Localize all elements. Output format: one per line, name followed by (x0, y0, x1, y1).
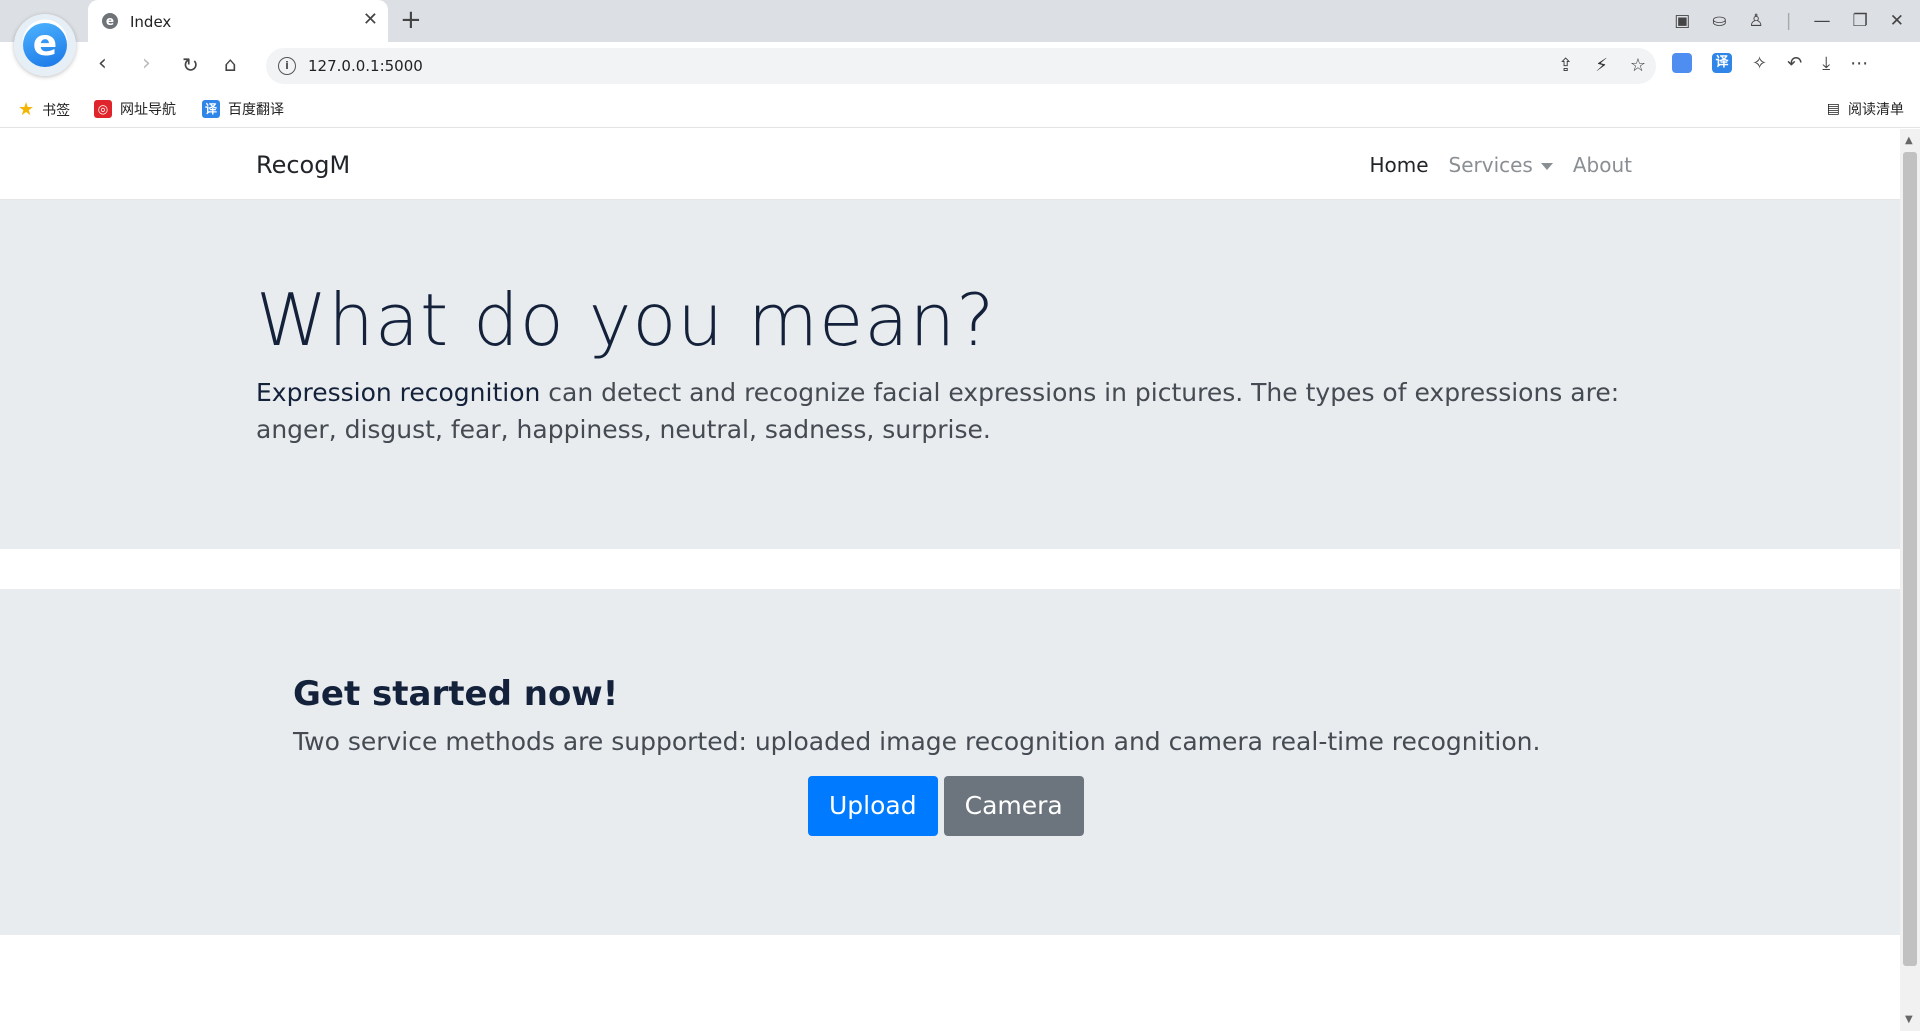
nav-services-dropdown[interactable]: Services (1449, 153, 1553, 177)
get-started-text: Two service methods are supported: uploa… (293, 727, 1541, 756)
nav-links: Home Services About (1369, 153, 1632, 177)
nav-about[interactable]: About (1573, 153, 1632, 177)
undo-icon[interactable]: ↶ (1787, 53, 1802, 74)
tab-close-icon[interactable]: ✕ (363, 9, 378, 30)
bookmarks-bar: ★ 书签 ◎ 网址导航 译 百度翻译 ▤ 阅读清单 (0, 90, 1920, 128)
tab-search-icon[interactable]: ▣ (1674, 11, 1690, 31)
close-window-icon[interactable]: ✕ (1890, 11, 1904, 31)
site-navbar: RecogM Home Services About (0, 129, 1900, 200)
extensions-area: 译 ✧ ↶ ⤓ ⋯ (1672, 53, 1868, 74)
bookmark-item[interactable]: ◎ 网址导航 (94, 99, 176, 119)
home-icon[interactable]: ⌂ (224, 52, 237, 76)
translate-icon: 译 (202, 100, 220, 118)
restore-icon[interactable]: ❐ (1853, 11, 1868, 31)
minimize-icon[interactable]: — (1814, 11, 1831, 31)
site-info-icon[interactable]: i (278, 57, 296, 75)
translate-extension-icon[interactable]: 译 (1712, 53, 1732, 73)
tab-title: Index (130, 13, 172, 31)
nav-home[interactable]: Home (1369, 153, 1428, 177)
forward-icon[interactable]: › (142, 51, 151, 76)
page-viewport: RecogM Home Services About What do you m… (0, 129, 1900, 1031)
extension-icon[interactable] (1672, 53, 1692, 73)
page-scrollbar[interactable]: ▲ ▼ (1900, 129, 1920, 1031)
share-icon[interactable]: ⇪ (1558, 55, 1573, 76)
puzzle-icon[interactable]: ✧ (1752, 53, 1767, 74)
browser-logo-icon[interactable]: e (14, 14, 76, 76)
address-bar[interactable]: i 127.0.0.1:5000 ⇪ ⚡ ☆ (266, 48, 1656, 84)
browser-tab[interactable]: e Index ✕ (88, 0, 388, 42)
lightning-icon[interactable]: ⚡ (1595, 55, 1608, 76)
favorite-star-icon[interactable]: ☆ (1630, 55, 1646, 76)
game-icon[interactable]: ⛀ (1712, 11, 1726, 31)
scroll-down-icon[interactable]: ▼ (1905, 1014, 1913, 1025)
scroll-up-icon[interactable]: ▲ (1905, 135, 1913, 146)
reading-list-icon: ▤ (1826, 101, 1840, 117)
get-started-section: Get started now! Two service methods are… (0, 589, 1900, 935)
more-menu-icon[interactable]: ⋯ (1850, 53, 1868, 74)
action-buttons: Upload Camera (808, 776, 1084, 836)
camera-button[interactable]: Camera (943, 776, 1084, 836)
window-controls: ▣ ⛀ ♙ | — ❐ ✕ (1674, 0, 1920, 42)
bookmark-item[interactable]: ★ 书签 (18, 99, 70, 120)
reload-icon[interactable]: ↻ (182, 53, 199, 77)
get-started-title: Get started now! (293, 674, 619, 714)
download-icon[interactable]: ⤓ (1822, 53, 1830, 74)
scrollbar-thumb[interactable] (1903, 152, 1917, 966)
tab-favicon-icon: e (102, 13, 118, 29)
back-icon[interactable]: ‹ (98, 51, 107, 76)
star-icon: ★ (18, 99, 35, 120)
section-spacer (0, 549, 1900, 589)
brand-link[interactable]: RecogM (256, 151, 350, 179)
shirt-icon[interactable]: ♙ (1749, 11, 1764, 31)
reading-list[interactable]: ▤ 阅读清单 (1827, 99, 1904, 119)
url-text[interactable]: 127.0.0.1:5000 (308, 57, 423, 75)
hero-section: What do you mean? Expression recognition… (0, 200, 1900, 549)
tab-strip: e Index ✕ + ▣ ⛀ ♙ | — ❐ ✕ (0, 0, 1920, 42)
caret-down-icon (1540, 163, 1553, 170)
navigation-icon: ◎ (94, 100, 112, 118)
separator: | (1785, 11, 1792, 31)
hero-lead: Expression recognition can detect and re… (256, 374, 1636, 448)
upload-button[interactable]: Upload (808, 776, 938, 836)
hero-lead-strong: Expression recognition (256, 378, 541, 407)
browser-toolbar: ‹ › ↻ ⌂ i 127.0.0.1:5000 ⇪ ⚡ ☆ 译 ✧ ↶ ⤓ ⋯ (0, 42, 1920, 90)
hero-title: What do you mean? (256, 278, 996, 362)
new-tab-icon[interactable]: + (400, 5, 422, 35)
bookmark-item[interactable]: 译 百度翻译 (202, 99, 284, 119)
